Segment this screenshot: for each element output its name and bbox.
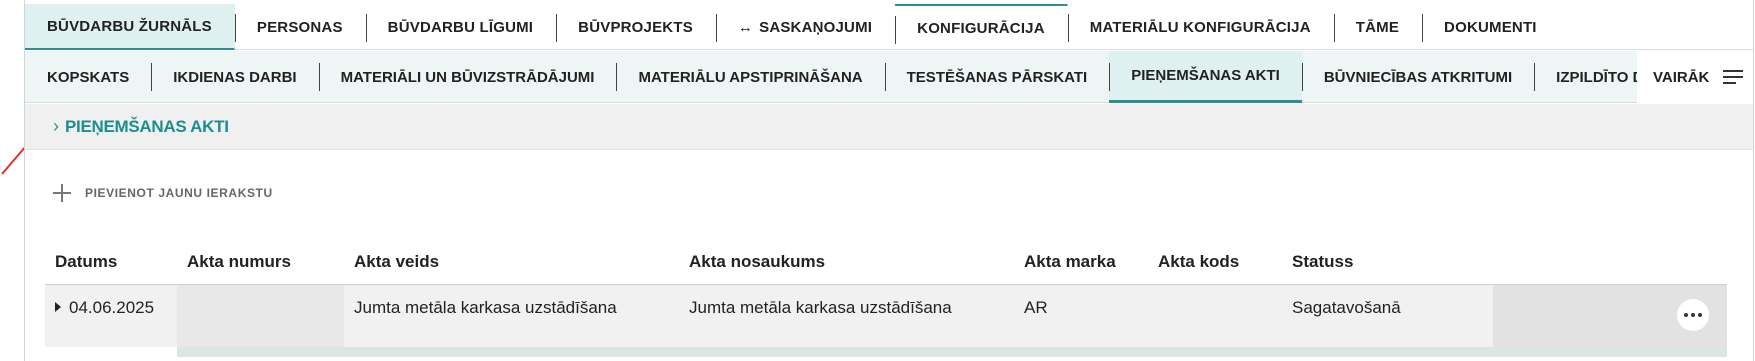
table-row-partial xyxy=(45,347,1727,357)
tab-saskanojumi[interactable]: ↔ SASKAŅOJUMI xyxy=(715,4,895,50)
cell-date: 04.06.2025 xyxy=(45,285,177,347)
column-header[interactable]: Akta numurs xyxy=(177,252,344,272)
table-header: Datums Akta numurs Akta veids Akta nosau… xyxy=(45,240,1727,285)
column-header[interactable]: Statuss xyxy=(1282,252,1493,272)
cell-act-type: Jumta metāla karkasa uzstādīšana xyxy=(354,298,617,317)
subtab-materiali[interactable]: MATERIĀLI UN BŪVIZSTRĀDĀJUMI xyxy=(318,51,617,103)
chevron-right-icon[interactable]: › xyxy=(53,116,59,137)
records-table: Datums Akta numurs Akta veids Akta nosau… xyxy=(45,240,1727,357)
subtab-kopskats[interactable]: KOPSKATS xyxy=(25,51,151,103)
tab-tame[interactable]: TĀME xyxy=(1333,4,1422,50)
tab-materialu-konfiguracija[interactable]: MATERIĀLU KONFIGURĀCIJA xyxy=(1067,4,1334,50)
column-header[interactable]: Akta nosaukums xyxy=(679,252,1014,272)
subtab-materialu-apstiprinasana[interactable]: MATERIĀLU APSTIPRINĀŠANA xyxy=(616,51,884,103)
subtab-ikdienas-darbi[interactable]: IKDIENAS DARBI xyxy=(151,51,318,103)
breadcrumb: › PIEŅEMŠANAS AKTI xyxy=(25,104,1753,150)
plus-icon xyxy=(53,184,71,202)
expand-caret-icon[interactable] xyxy=(55,302,61,312)
subtab-buvniecibas-atkritumi[interactable]: BŪVNIECĪBAS ATKRITUMI xyxy=(1301,51,1534,103)
sub-tab-bar: KOPSKATS IKDIENAS DARBI MATERIĀLI UN BŪV… xyxy=(25,51,1753,103)
cell-act-number xyxy=(177,285,344,347)
cell-act-mark: AR xyxy=(1024,298,1048,317)
table-row[interactable]: 04.06.2025 Jumta metāla karkasa uzstādīš… xyxy=(45,285,1727,347)
breadcrumb-label[interactable]: PIEŅEMŠANAS AKTI xyxy=(65,117,229,137)
cell-actions xyxy=(1493,285,1727,347)
column-header[interactable]: Akta kods xyxy=(1148,252,1282,272)
more-menu-button[interactable]: VAIRĀK xyxy=(1637,51,1753,103)
subtab-pienemsanas-akti[interactable]: PIEŅEMŠANAS AKTI xyxy=(1109,51,1302,103)
cell-act-name: Jumta metāla karkasa uzstādīšana xyxy=(689,298,952,317)
cell-act-code xyxy=(1148,285,1282,347)
tab-konfiguracija[interactable]: KONFIGURĀCIJA xyxy=(895,4,1068,50)
menu-lines-icon xyxy=(1723,70,1744,84)
tab-buvprojekts[interactable]: BŪVPROJEKTS xyxy=(556,4,716,50)
column-header[interactable]: Akta marka xyxy=(1014,252,1148,272)
column-header[interactable]: Akta veids xyxy=(344,252,679,272)
tab-personas[interactable]: PERSONAS xyxy=(234,4,366,50)
subtab-testesanas-parskati[interactable]: TESTĒŠANAS PĀRSKATI xyxy=(884,51,1110,103)
top-tab-bar: BŪVDARBU ŽURNĀLS PERSONAS BŪVDARBU LĪGUM… xyxy=(25,4,1753,50)
app-frame: BŪVDARBU ŽURNĀLS PERSONAS BŪVDARBU LĪGUM… xyxy=(24,0,1754,361)
tab-buvdarbu-ligumi[interactable]: BŪVDARBU LĪGUMI xyxy=(365,4,557,50)
add-record-button[interactable]: PIEVIENOT JAUNU IERAKSTU xyxy=(53,184,273,202)
more-actions-icon[interactable] xyxy=(1677,299,1709,331)
cell-status: Sagatavošanā xyxy=(1292,298,1401,317)
tab-buvdarbu-zurnals[interactable]: BŪVDARBU ŽURNĀLS xyxy=(25,4,235,50)
column-header[interactable]: Datums xyxy=(45,252,177,272)
swap-arrows-icon: ↔ xyxy=(737,18,754,36)
tab-dokumenti[interactable]: DOKUMENTI xyxy=(1422,4,1560,50)
